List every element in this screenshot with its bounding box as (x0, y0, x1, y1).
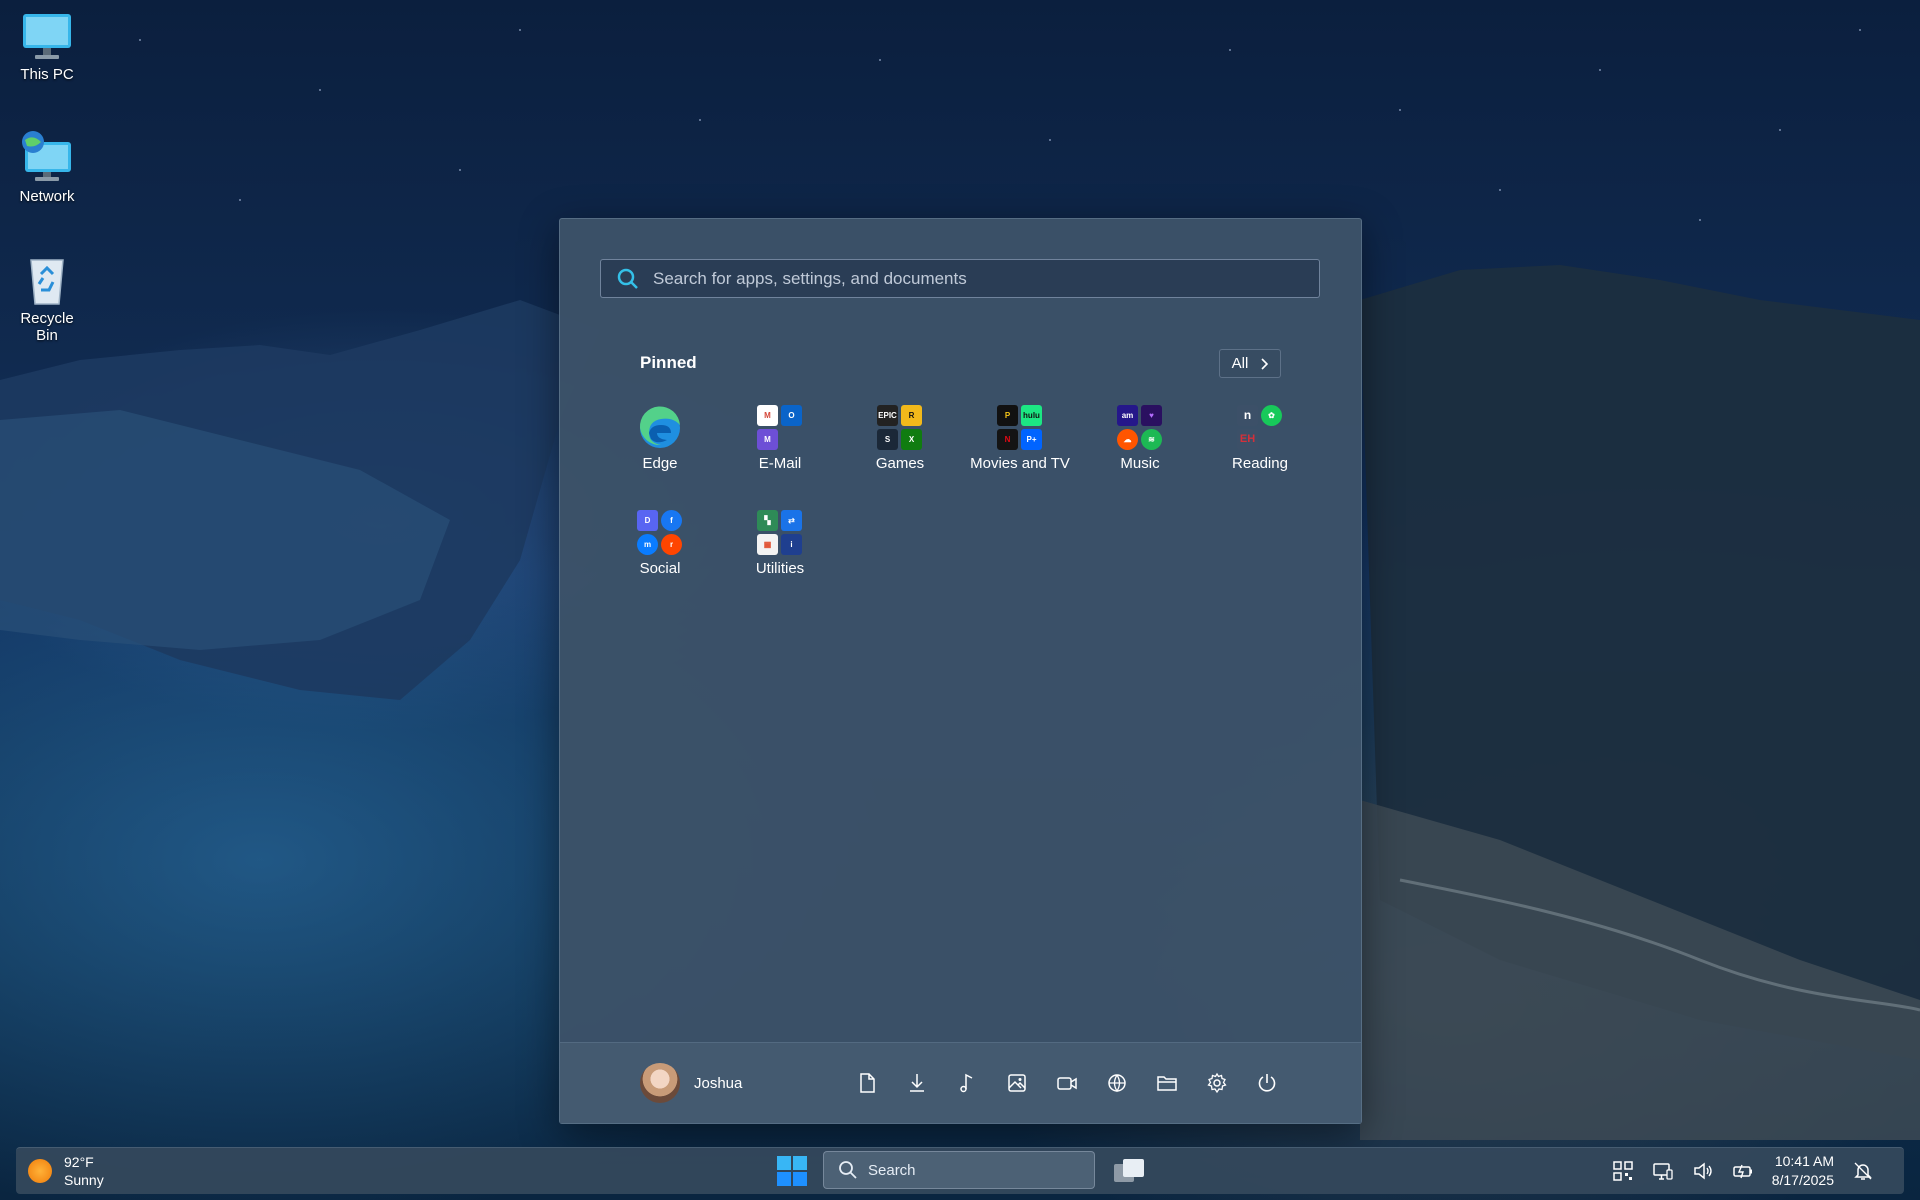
taskbar-search-label: Search (868, 1161, 916, 1179)
start-footer: Joshua (560, 1042, 1361, 1123)
pinned-reading[interactable]: n ✿ EH Reading (1200, 405, 1320, 505)
weather-temp: 92°F (64, 1154, 94, 1170)
taskbar-search[interactable]: Search (823, 1151, 1095, 1189)
pinned-games[interactable]: EPIC R S X Games (840, 405, 960, 505)
pinned-label: Games (875, 455, 925, 472)
volume-icon[interactable] (1692, 1160, 1714, 1182)
desktop-icon-label: Network (19, 188, 75, 205)
search-icon (617, 268, 638, 289)
user-account-button[interactable]: Joshua (640, 1063, 742, 1103)
pinned-label: Movies and TV (970, 455, 1070, 472)
pinned-utilities[interactable]: ▚ ⇄ ▦ i Utilities (720, 510, 840, 610)
social-folder-icon: D f m r (637, 510, 683, 556)
all-apps-button[interactable]: All (1219, 349, 1281, 378)
system-clock[interactable]: 10:41 AM 8/17/2025 (1772, 1152, 1834, 1190)
weather-desc: Sunny (64, 1172, 104, 1188)
pinned-label: E-Mail (758, 455, 802, 472)
pinned-label: Social (639, 560, 681, 577)
edge-icon (637, 405, 683, 451)
clock-time: 10:41 AM (1774, 1153, 1834, 1169)
notification-bell-icon[interactable] (1852, 1160, 1874, 1182)
monitor-icon (19, 8, 75, 64)
games-folder-icon: EPIC R S X (877, 405, 923, 451)
network-globe-icon (19, 130, 75, 186)
pinned-edge[interactable]: Edge (600, 405, 720, 505)
network-icon[interactable] (1105, 1068, 1129, 1098)
battery-icon[interactable] (1732, 1160, 1754, 1182)
avatar (640, 1063, 680, 1103)
desktop-network[interactable]: Network (8, 130, 86, 205)
clock-date: 8/17/2025 (1771, 1172, 1834, 1188)
reading-folder-icon: n ✿ EH (1237, 405, 1283, 451)
display-network-icon[interactable] (1652, 1160, 1674, 1182)
pinned-label: Reading (1232, 455, 1288, 472)
search-icon (839, 1161, 857, 1179)
taskbar: 92°F Sunny Search 10:41 AM 8/17/2025 (16, 1147, 1904, 1194)
start-search-input[interactable] (651, 267, 1295, 290)
pinned-label: Music (1120, 455, 1160, 472)
user-name: Joshua (694, 1074, 743, 1092)
desktop-recycle-bin[interactable]: Recycle Bin (8, 252, 86, 344)
pictures-icon[interactable] (1005, 1068, 1029, 1098)
pinned-label: Edge (642, 455, 678, 472)
power-icon[interactable] (1255, 1068, 1279, 1098)
music-folder-icon: am ♥ ☁ ≋ (1117, 405, 1163, 451)
desktop-icon-label: Recycle Bin (20, 310, 74, 344)
pinned-movies[interactable]: P hulu N P+ Movies and TV (960, 405, 1080, 505)
weather-widget[interactable]: 92°F Sunny (28, 1153, 104, 1189)
music-icon[interactable] (955, 1068, 979, 1098)
settings-icon[interactable] (1205, 1068, 1229, 1098)
pinned-music[interactable]: am ♥ ☁ ≋ Music (1080, 405, 1200, 505)
start-search-box[interactable] (600, 259, 1320, 298)
start-menu: Pinned All Edge M O M (559, 218, 1362, 1124)
task-view-icon[interactable] (1112, 1156, 1146, 1186)
recycle-bin-icon (19, 252, 75, 308)
pinned-email[interactable]: M O M E-Mail (720, 405, 840, 505)
pinned-label: Utilities (755, 560, 805, 577)
documents-icon[interactable] (855, 1068, 879, 1098)
sun-icon (28, 1159, 52, 1183)
system-tray: 10:41 AM 8/17/2025 (1612, 1148, 1874, 1194)
qr-code-icon[interactable] (1612, 1160, 1634, 1182)
utilities-folder-icon: ▚ ⇄ ▦ i (757, 510, 803, 556)
email-folder-icon: M O M (757, 405, 803, 451)
chevron-right-icon (1261, 357, 1269, 370)
desktop-icon-label: This PC (20, 66, 74, 83)
all-apps-label: All (1231, 355, 1249, 372)
movies-folder-icon: P hulu N P+ (997, 405, 1043, 451)
videos-icon[interactable] (1055, 1068, 1079, 1098)
pinned-social[interactable]: D f m r Social (600, 510, 720, 610)
start-footer-icons (855, 1068, 1279, 1098)
pinned-heading: Pinned (640, 353, 697, 372)
desktop-this-pc[interactable]: This PC (8, 8, 86, 83)
file-explorer-icon[interactable] (1155, 1068, 1179, 1098)
windows-start-icon[interactable] (775, 1154, 809, 1188)
downloads-icon[interactable] (905, 1068, 929, 1098)
